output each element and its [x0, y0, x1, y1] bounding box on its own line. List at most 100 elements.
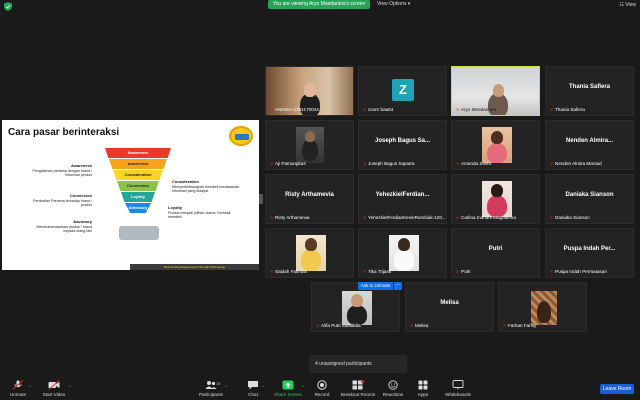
view-button[interactable]: ☷ View	[619, 2, 636, 8]
participant-name: ✕ Saidah Fatimah	[268, 269, 309, 275]
mic-off-icon: ✕	[270, 269, 274, 274]
share-screen-button[interactable]: Share Screen	[274, 380, 302, 400]
participant-name-text: Melisa	[415, 323, 429, 328]
participants-count: 19	[216, 381, 221, 386]
participant-name-text: Puspa Indah Permatasari	[555, 269, 607, 274]
participant-name: ✕ YehezkielFerdianKevinRumbiak-120...	[361, 215, 446, 221]
chevron-down-icon: ▾	[407, 1, 411, 7]
chevron-up-icon[interactable]: ^	[262, 384, 264, 389]
mic-off-icon: ✕	[503, 323, 507, 328]
participant-tile[interactable]: Risty Arthamevia ✕ Risty Arthamevia	[265, 174, 354, 224]
view-options-label: View Options	[377, 1, 407, 7]
participant-name: ✕ Aryo Moedantoro	[454, 107, 498, 113]
view-options-button[interactable]: View Options ▾	[377, 0, 413, 9]
participant-name: ✕ Risty Arthamevia	[268, 215, 311, 221]
participant-tile[interactable]: Daniaka Sianson ✕ Daniaka Sianson	[545, 174, 634, 224]
participant-tile[interactable]: ✕ Amanda Sovia	[451, 120, 540, 170]
participants-label: Participants	[198, 392, 223, 397]
emoji-icon	[388, 380, 398, 390]
mic-off-icon: ✕	[550, 161, 554, 166]
participant-name-text: Daniaka Sianson	[555, 215, 590, 220]
participant-name: ✕ zoom baa04	[361, 107, 395, 113]
participant-name-text: Aryo Moedantoro	[461, 107, 497, 112]
shield-icon[interactable]	[4, 2, 12, 11]
participant-name-text: Thania Safiera	[555, 107, 585, 112]
unmute-button[interactable]: Unmute	[6, 380, 30, 400]
start-video-button[interactable]: Start Video	[40, 380, 68, 400]
face	[305, 238, 317, 251]
participant-tile[interactable]: ✕ Farhan Farisy	[498, 282, 587, 332]
participant-tile[interactable]: Joseph Bagus Sa... ✕ Joseph Bagus Saputra	[358, 120, 447, 170]
reactions-label: Reactions	[382, 392, 404, 397]
participant-tile[interactable]: Melisa ✕ Melisa	[405, 282, 494, 332]
participant-name-text: Carlina Indriani Magdalena	[461, 215, 516, 220]
participant-tile-active-speaker[interactable]: ✕ Aryo Moedantoro	[451, 66, 540, 116]
block-body: Pengalaman pertama dengan brand / inform…	[32, 168, 92, 178]
participant-tile[interactable]: YehezkielFerdian... ✕ YehezkielFerdianKev…	[358, 174, 447, 224]
participant-tile[interactable]: ✕ Aji Pamungkas	[265, 120, 354, 170]
share-screen-icon	[282, 380, 294, 390]
more-options-button[interactable]: ···	[394, 282, 402, 290]
participant-tile[interactable]: ✕ ANNISA-1201170024	[265, 66, 354, 116]
mic-off-icon: ✕	[363, 269, 367, 274]
participant-name-text: Putri	[461, 269, 471, 274]
mic-off-icon: ✕	[410, 323, 414, 328]
participant-tile[interactable]: ✕ Tika Trijanti	[358, 228, 447, 278]
cart-illustration	[119, 226, 159, 240]
participant-name-text: Saidah Fatimah	[275, 269, 308, 274]
breakout-rooms-label: Breakout Rooms	[340, 392, 376, 397]
reactions-button[interactable]: Reactions	[382, 380, 404, 400]
face	[398, 238, 410, 251]
apps-label: Apps	[417, 392, 429, 397]
split-handle[interactable]	[259, 194, 263, 204]
participant-name-text: Risty Arthamevia	[275, 215, 310, 220]
participant-tile[interactable]: Puspa Indah Per... ✕ Puspa Indah Permatas…	[545, 228, 634, 278]
view-label: View	[625, 2, 636, 8]
participant-name-text: Joseph Bagus Saputra	[368, 161, 415, 166]
participant-tile[interactable]: ✕ Carlina Indriani Magdalena	[451, 174, 540, 224]
record-button[interactable]: Record	[312, 380, 332, 400]
participant-tile[interactable]: Nenden Almira... ✕ Nenden Almira Marsad	[545, 120, 634, 170]
participant-display-name: Puspa Indah Per...	[563, 246, 616, 252]
apps-icon	[418, 380, 428, 390]
participant-name-text: Tika Trijanti	[368, 269, 392, 274]
face	[304, 83, 316, 97]
apps-button[interactable]: Apps	[414, 380, 432, 400]
chat-button[interactable]: Chat	[244, 380, 262, 400]
funnel-layer: Conversion	[117, 181, 159, 191]
participant-name: ✕ Amanda Sovia	[454, 161, 493, 167]
participant-tile[interactable]: Putri ✕ Putri	[451, 228, 540, 278]
chevron-up-icon[interactable]: ^	[69, 384, 71, 389]
ask-to-unmute-button[interactable]: Ask to Unmute	[358, 282, 393, 290]
unassigned-participants-notice[interactable]: 4 unassigned participants	[309, 355, 407, 373]
chevron-up-icon[interactable]: ^	[29, 384, 31, 389]
mic-off-icon: ✕	[550, 269, 554, 274]
mic-off-icon: ✕	[456, 215, 460, 220]
face	[351, 294, 363, 307]
mic-off-icon: ✕	[550, 215, 554, 220]
mic-off-icon: ✕	[316, 323, 320, 328]
participant-name: ✕ Putri	[454, 269, 472, 275]
participant-name: ✕ Melisa	[408, 323, 430, 329]
participant-name: ✕ Farhan Farisy	[501, 323, 538, 329]
face	[493, 84, 504, 97]
participant-tile[interactable]: ✕ Saidah Fatimah	[265, 228, 354, 278]
leave-room-button[interactable]: Leave Room	[600, 384, 634, 394]
whiteboards-label: Whiteboards	[445, 392, 471, 397]
face	[491, 184, 503, 197]
participant-tile[interactable]: Thania Safiera ✕ Thania Safiera	[545, 66, 634, 116]
funnel-layer: Advocacy	[125, 203, 151, 213]
chevron-up-icon[interactable]: ^	[302, 384, 304, 389]
participant-tile[interactable]: Z ✕ zoom baa04	[358, 66, 447, 116]
person-silhouette	[301, 249, 321, 271]
block-body: Mempertimbangkan membeli berdasarkan inf…	[172, 184, 240, 194]
face	[305, 131, 315, 142]
breakout-rooms-button[interactable]: Breakout Rooms	[340, 380, 376, 400]
chevron-up-icon[interactable]: ^	[225, 384, 227, 389]
slide-logo	[229, 126, 253, 146]
person-silhouette	[347, 305, 367, 325]
participant-name: ✕ Joseph Bagus Saputra	[361, 161, 416, 167]
whiteboards-button[interactable]: Whiteboards	[444, 380, 472, 400]
funnel-layer: Awareness	[105, 148, 171, 158]
chat-label: Chat	[248, 392, 258, 397]
